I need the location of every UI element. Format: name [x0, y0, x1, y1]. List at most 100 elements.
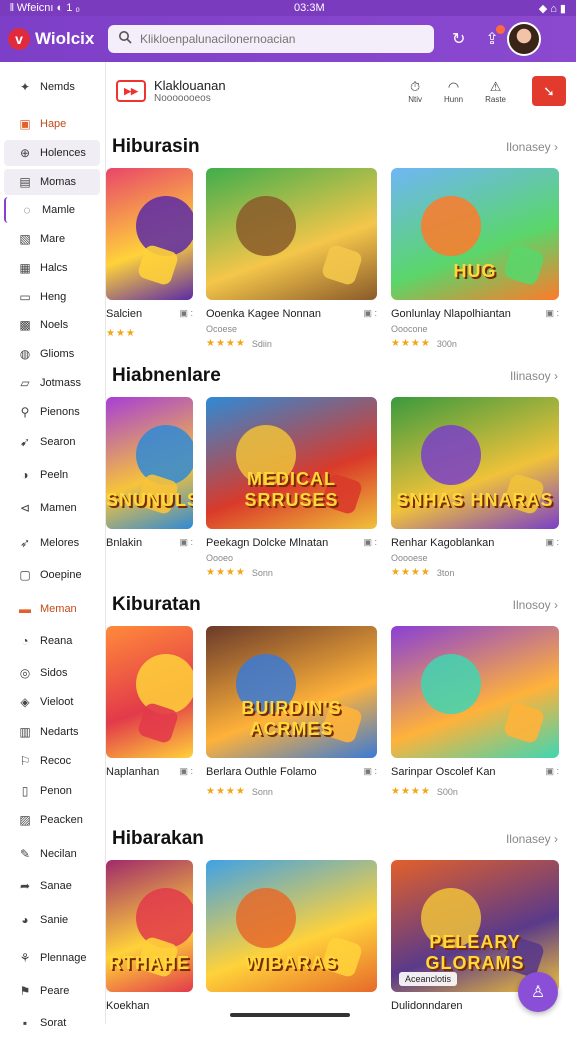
- app-logo[interactable]: v Wiolcix: [8, 28, 108, 50]
- game-title[interactable]: Bnlakin: [106, 537, 142, 549]
- game-thumbnail[interactable]: MEDICAL SRRUSES: [206, 397, 377, 529]
- sidebar-item-icon: ▭: [19, 290, 31, 304]
- sidebar-item[interactable]: ⊲ Mamen: [4, 495, 100, 521]
- game-thumbnail[interactable]: [206, 168, 377, 300]
- game-thumbnail[interactable]: RTHAHE: [106, 860, 193, 992]
- game-title[interactable]: Sarinpar Oscolef Kan: [391, 766, 496, 778]
- sidebar-item[interactable]: ▧ Mare: [4, 226, 100, 252]
- section-more-link[interactable]: Ilonasey ›: [506, 140, 558, 154]
- sidebar-item[interactable]: ◍ Glioms: [4, 341, 100, 367]
- sidebar-item[interactable]: ➶ Melores: [4, 530, 100, 556]
- report-action[interactable]: ⚠ Raste: [485, 79, 506, 104]
- sidebar-item[interactable]: ◔ Reana: [4, 628, 100, 654]
- game-thumbnail[interactable]: [106, 626, 193, 758]
- sidebar-item[interactable]: ▬ Meman: [4, 596, 100, 622]
- sidebar-item[interactable]: ▢ Ooepine: [4, 562, 100, 588]
- game-card[interactable]: Salcien ▣ : ★★★: [106, 168, 193, 339]
- game-card[interactable]: HUG Gonlunlay Nlapolhiantan ▣ : Ooocone ★★★★…: [391, 168, 559, 349]
- game-card[interactable]: WIBARAS: [206, 860, 377, 1000]
- sidebar-item[interactable]: ⚐ Recoc: [4, 748, 100, 774]
- sidebar-item-icon: ▬: [19, 602, 31, 616]
- thumbnail-art-text: WIBARAS: [245, 953, 338, 973]
- sidebar-item[interactable]: ⚲ Pienons: [4, 399, 100, 425]
- game-thumbnail[interactable]: BUIRDIN'S ACRMES: [206, 626, 377, 758]
- star-rating: ★★★★: [391, 567, 431, 578]
- card-menu-icon[interactable]: ▣ :: [363, 766, 377, 778]
- game-card[interactable]: MEDICAL SRRUSES Peekagn Dolcke Mlnatan ▣ :…: [206, 397, 377, 578]
- game-card[interactable]: Ooenka Kagee Nonnan ▣ : Ocoese ★★★★ Sdiin: [206, 168, 377, 349]
- game-card[interactable]: Sarinpar Oscolef Kan ▣ : ★★★★ S00n: [391, 626, 559, 797]
- game-title[interactable]: Koekhan: [106, 1000, 149, 1012]
- upload-icon[interactable]: ⇪: [485, 25, 505, 49]
- sidebar-item[interactable]: ▦ Halcs: [4, 255, 100, 281]
- game-thumbnail[interactable]: SNUNULS: [106, 397, 193, 529]
- star-rating: ★★★★: [391, 338, 431, 349]
- game-title[interactable]: Renhar Kagoblankan: [391, 537, 494, 549]
- sidebar-item[interactable]: ▭ Heng: [4, 284, 100, 310]
- game-card[interactable]: SNUNULS Bnlakin ▣ :: [106, 397, 193, 549]
- sidebar-item[interactable]: ◌ Mamle: [4, 197, 100, 223]
- sidebar-item[interactable]: ▪ Sorat: [4, 1010, 100, 1036]
- sidebar-item[interactable]: ✎ Necilan: [4, 841, 100, 867]
- subscribe-button[interactable]: ➘: [532, 76, 566, 106]
- sidebar-item[interactable]: ▯ Penon: [4, 778, 100, 804]
- sidebar-item[interactable]: ⚘ Plennage: [4, 945, 100, 971]
- logo-badge: v: [8, 28, 30, 50]
- section-more-link[interactable]: Ilnosoy ›: [513, 598, 558, 612]
- sidebar-item[interactable]: ▨ Peacken: [4, 807, 100, 833]
- sidebar-item[interactable]: ◎ Sidos: [4, 660, 100, 686]
- game-title[interactable]: Dulidonndaren: [391, 1000, 463, 1012]
- sidebar-item-label: Nemds: [40, 81, 75, 93]
- game-thumbnail[interactable]: HUG: [391, 168, 559, 300]
- game-title[interactable]: Ooenka Kagee Nonnan: [206, 308, 321, 320]
- sidebar-item[interactable]: ◕ Sanie: [4, 907, 100, 933]
- channel-logo[interactable]: ▶▶: [116, 80, 146, 102]
- game-card[interactable]: Naplanhan ▣ :: [106, 626, 193, 778]
- sidebar-item-label: Peare: [40, 985, 70, 997]
- game-card[interactable]: BUIRDIN'S ACRMES Berlara Outhle Folamo ▣ :…: [206, 626, 377, 797]
- card-menu-icon[interactable]: ▣ :: [545, 766, 559, 778]
- section-more-link[interactable]: Ilonasey ›: [506, 832, 558, 846]
- game-title[interactable]: Gonlunlay Nlapolhiantan: [391, 308, 511, 320]
- game-card[interactable]: RTHAHE Koekhan: [106, 860, 193, 1012]
- section-more-link[interactable]: Ilinasoy ›: [510, 369, 558, 383]
- sidebar-item[interactable]: ▩ Noels: [4, 312, 100, 338]
- game-card[interactable]: SNHAS HNARAS Renhar Kagoblankan ▣ : Ooooese…: [391, 397, 559, 578]
- card-menu-icon[interactable]: ▣ :: [179, 308, 193, 320]
- game-title[interactable]: Peekagn Dolcke Mlnatan: [206, 537, 328, 549]
- card-menu-icon[interactable]: ▣ :: [545, 308, 559, 320]
- search-bar[interactable]: [108, 25, 434, 53]
- card-menu-icon[interactable]: ▣ :: [363, 308, 377, 320]
- game-thumbnail[interactable]: [391, 626, 559, 758]
- search-input[interactable]: [140, 32, 420, 46]
- sidebar-item-icon: ⚐: [19, 754, 31, 768]
- sidebar-item[interactable]: ➹ Searon: [4, 429, 100, 455]
- sidebar-item[interactable]: ▱ Jotmass: [4, 370, 100, 396]
- game-title[interactable]: Salcien: [106, 308, 142, 320]
- sidebar-item[interactable]: ✦ Nemds: [4, 74, 100, 100]
- sidebar-item[interactable]: ⚑ Peare: [4, 978, 100, 1004]
- card-menu-icon[interactable]: ▣ :: [363, 537, 377, 549]
- sidebar-item[interactable]: ➦ Sanae: [4, 873, 100, 899]
- sidebar-item[interactable]: ◈ Vieloot: [4, 689, 100, 715]
- sidebar-item[interactable]: ◑ Peeln: [4, 462, 100, 488]
- game-thumbnail[interactable]: [106, 168, 193, 300]
- game-thumbnail[interactable]: WIBARAS: [206, 860, 377, 992]
- sidebar-item[interactable]: ▤ Momas: [4, 169, 100, 195]
- avatar[interactable]: [506, 22, 541, 56]
- game-title[interactable]: Naplanhan: [106, 766, 159, 778]
- game-title[interactable]: Berlara Outhle Folamo: [206, 766, 317, 778]
- profile-fab[interactable]: ♙: [518, 972, 558, 1012]
- card-menu-icon[interactable]: ▣ :: [179, 537, 193, 549]
- thumbnail-art-text: MEDICAL SRRUSES: [244, 469, 339, 510]
- section-title: Hiabnenlare: [112, 365, 221, 386]
- refresh-icon[interactable]: ↻: [452, 29, 465, 49]
- sidebar-item[interactable]: ▣ Hape: [4, 111, 100, 137]
- card-menu-icon[interactable]: ▣ :: [545, 537, 559, 549]
- hint-action[interactable]: ◠ Hunn: [444, 79, 463, 104]
- timer-action[interactable]: ⏱ Ntiv: [408, 79, 422, 104]
- card-menu-icon[interactable]: ▣ :: [179, 766, 193, 778]
- game-thumbnail[interactable]: SNHAS HNARAS: [391, 397, 559, 529]
- sidebar-item[interactable]: ▥ Nedarts: [4, 719, 100, 745]
- sidebar-item[interactable]: ⊕ Holences: [4, 140, 100, 166]
